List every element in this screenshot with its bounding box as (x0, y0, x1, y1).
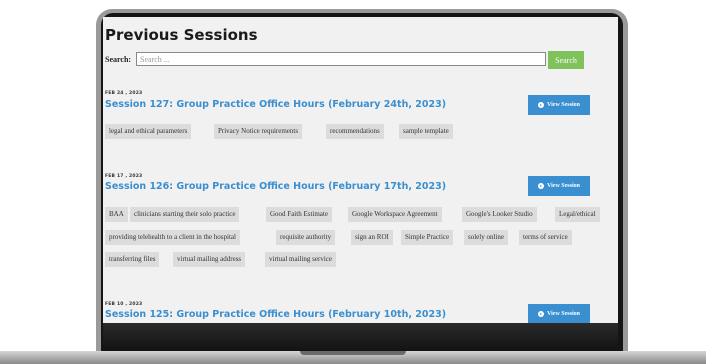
tag[interactable]: recommendations (326, 124, 384, 139)
tag[interactable]: transferring files (105, 252, 160, 267)
laptop-notch (300, 351, 406, 355)
session-date: FEB 24 , 2023 (105, 91, 143, 96)
tag[interactable]: requisite authority (276, 230, 336, 245)
search-row: Search: (105, 52, 585, 68)
tag[interactable]: BAA (105, 207, 128, 222)
tag[interactable]: Google Workspace Agreement (348, 207, 442, 222)
view-session-button[interactable]: View Session (528, 95, 590, 115)
tag[interactable]: providing telehealth to a client in the … (105, 230, 240, 245)
tag[interactable]: terms of service (519, 230, 572, 245)
play-circle-icon (538, 102, 545, 108)
page-title: Previous Sessions (105, 26, 258, 44)
session-title-link[interactable]: Session 127: Group Practice Office Hours… (105, 99, 446, 110)
tag[interactable]: sign an ROI (351, 230, 393, 245)
tag[interactable]: sample template (399, 124, 453, 139)
tag[interactable]: virtual mailing address (173, 252, 246, 267)
view-session-label: View Session (547, 183, 580, 189)
tag[interactable]: solely online (464, 230, 508, 245)
view-session-label: View Session (547, 102, 580, 108)
session-title-link[interactable]: Session 125: Group Practice Office Hours… (105, 309, 446, 320)
tag[interactable]: Good Faith Estimate (266, 207, 332, 222)
tag[interactable]: virtual mailing service (265, 252, 336, 267)
screen-reflection (103, 323, 618, 353)
search-label: Search: (105, 55, 132, 64)
browser-viewport[interactable]: Previous Sessions Search: Search FEB 24 … (103, 17, 618, 323)
search-button[interactable]: Search (548, 51, 584, 69)
view-session-button[interactable]: View Session (528, 176, 590, 196)
tag[interactable]: clinicians starting their solo practice (130, 207, 240, 222)
session-date: FEB 10 , 2023 (105, 302, 143, 307)
session-title-link[interactable]: Session 126: Group Practice Office Hours… (105, 181, 446, 192)
view-session-button[interactable]: View Session (528, 304, 590, 323)
session-date: FEB 17 , 2023 (105, 174, 143, 179)
tag[interactable]: Google's Looker Studio (462, 207, 537, 222)
search-input[interactable] (136, 52, 546, 66)
play-circle-icon (538, 183, 545, 189)
tag[interactable]: Privacy Notice requirements (214, 124, 303, 139)
tag[interactable]: Legal/ethical (555, 207, 600, 222)
tag[interactable]: legal and ethical parameters (105, 124, 192, 139)
tag[interactable]: Simple Practice (401, 230, 454, 245)
play-circle-icon (538, 311, 545, 317)
view-session-label: View Session (547, 311, 580, 317)
